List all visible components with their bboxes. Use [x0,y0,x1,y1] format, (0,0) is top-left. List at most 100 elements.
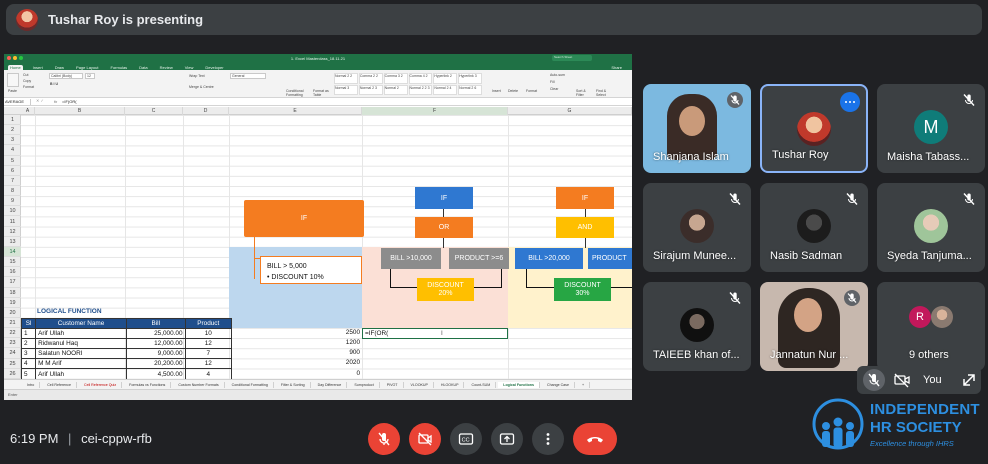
format-painter-button[interactable]: Format [23,85,34,89]
find-select-button[interactable]: Find & Select [596,89,612,97]
sheet-tab[interactable]: HLOOKUP [436,381,465,388]
cell-sl[interactable]: 2 [20,338,37,350]
cell-product[interactable]: 10 [184,328,233,340]
sheet-tab[interactable]: Logical Functions [498,381,540,388]
cell-customer-name[interactable]: Arif Ullah [35,368,127,380]
cell-customer-name[interactable]: Arif Ullah [35,328,127,340]
present-screen-button[interactable] [491,423,523,455]
row-header[interactable]: 19 [4,298,21,308]
paste-button[interactable]: Paste [8,89,17,93]
cell-product[interactable]: 7 [184,348,233,360]
cell-product[interactable]: 12 [184,338,233,350]
camera-off-icon[interactable] [893,371,911,389]
row-header[interactable]: 5 [4,156,21,166]
window-controls[interactable] [7,56,23,60]
bold-button[interactable]: B I U [50,82,58,86]
sheet-tab[interactable]: Intro [22,381,41,388]
row-header[interactable]: 18 [4,288,21,298]
autosum-button[interactable]: Auto-sum [550,73,565,77]
sort-filter-button[interactable]: Sort & Filter [576,89,592,97]
style-item[interactable]: Comma 2 2 [358,73,383,84]
sheet-tab[interactable]: Filter & Sorting [276,381,311,388]
spreadsheet-grid[interactable]: A B C D E F G 1 2 3 4 5 6 7 8 9 10 11 12 13 14 15 16 17 1… [4,107,632,400]
row-header[interactable]: 24 [4,348,21,359]
row-header[interactable]: 15 [4,257,21,268]
expand-icon[interactable] [962,373,976,387]
cell-e-value[interactable]: 0 [229,369,362,379]
fill-button[interactable]: Fill [550,80,554,84]
cell-e-value[interactable]: 2020 [229,358,362,368]
column-header[interactable]: G [508,107,632,115]
style-item[interactable]: Normal 2 6 [458,84,482,95]
cell-e-value[interactable]: 2500 [229,328,362,338]
formula-input[interactable]: =IF(OR( [62,99,77,104]
row-header[interactable]: 16 [4,267,21,278]
cell-product[interactable]: 12 [184,358,233,370]
row-header[interactable]: 10 [4,206,21,217]
insert-cells-button[interactable]: Insert [492,89,501,93]
excel-search-field[interactable]: Search Sheet [552,55,592,61]
copy-button[interactable]: Copy [23,79,31,83]
row-header[interactable]: 1 [4,115,21,126]
cell-customer-name[interactable]: Ridwanul Haq [35,338,127,350]
font-size-select[interactable]: 12 [85,73,95,79]
more-options-button[interactable] [532,423,564,455]
column-header[interactable]: D [183,107,229,115]
sheet-tab[interactable]: Day Difference [313,381,348,388]
format-cells-button[interactable]: Format [526,89,537,93]
sheet-tab[interactable]: Formulas vs Functions [124,381,172,388]
participant-tile-maisha[interactable]: M Maisha Tabass... [877,84,985,173]
fx-icon[interactable]: fx [54,99,57,104]
style-item[interactable]: Normal 2 4 [433,84,458,95]
minimize-window-icon[interactable] [13,56,17,60]
sheet-tab[interactable]: Sumproduct [349,381,380,388]
cell-bill[interactable]: 9,000.00 [125,348,186,360]
style-item[interactable]: Comma 3 2 [383,73,408,84]
cell-sl[interactable]: 3 [20,348,37,360]
cancel-enter-icons[interactable]: ✕ ✓ [36,98,44,103]
row-header[interactable]: 12 [4,227,21,237]
cell-bill[interactable]: 20,200.00 [125,358,186,370]
conditional-formatting-button[interactable]: Conditional Formatting [286,89,310,97]
add-sheet-icon[interactable]: + [577,381,591,388]
row-header[interactable]: 13 [4,237,21,247]
row-header[interactable]: 23 [4,338,21,349]
cell-customer-name[interactable]: M M Arif [35,358,127,370]
sheet-tab[interactable]: VLOOKUP [406,381,434,388]
style-item[interactable]: Normal 2 2 3 [408,84,433,95]
cell-e-value[interactable]: 1200 [229,338,362,348]
participant-tile-sirajum[interactable]: Sirajum Munee... [643,183,751,272]
row-header[interactable]: 22 [4,328,21,339]
cell-e-value[interactable]: 900 [229,348,362,358]
sheet-tab[interactable]: Cell Reference [42,381,77,388]
mic-toggle-button[interactable] [368,423,400,455]
style-item[interactable]: Normal 2 [383,84,408,95]
row-header[interactable]: 3 [4,135,21,146]
style-item[interactable]: Normal 2 3 [358,84,383,95]
sheet-tab[interactable]: Change Case [542,381,575,388]
close-window-icon[interactable] [7,56,11,60]
participant-tile-jannatun[interactable]: Jannatun Nur ... [760,282,868,371]
camera-toggle-button[interactable] [409,423,441,455]
cell-product[interactable]: 4 [184,368,233,380]
sheet-tab[interactable]: Custom Number Formats [173,381,225,388]
leave-call-button[interactable] [573,423,617,455]
row-header[interactable]: 21 [4,318,21,329]
cell-sl[interactable]: 1 [20,328,37,340]
delete-cells-button[interactable]: Delete [508,89,518,93]
cell-bill[interactable]: 12,000.00 [125,338,186,350]
column-header[interactable]: C [125,107,183,115]
mic-off-icon[interactable] [863,369,885,391]
clear-button[interactable]: Clear [550,87,558,91]
sheet-tab[interactable]: Conditional Formatting [227,381,274,388]
maximize-window-icon[interactable] [19,56,23,60]
participant-tile-syeda[interactable]: Syeda Tanjuma... [877,183,985,272]
style-item[interactable]: Hyperlink 3 [458,73,482,84]
style-item[interactable]: Normal 2 2 [334,73,358,84]
column-header[interactable]: E [229,107,362,115]
row-header[interactable]: 4 [4,145,21,156]
row-header[interactable]: 14 [4,246,21,258]
cells-area[interactable]: IF BILL > 5,000 • DISCOUNT 10% IF OR BIL… [20,115,632,400]
row-header[interactable]: 26 [4,369,21,379]
row-header[interactable]: 6 [4,166,21,176]
